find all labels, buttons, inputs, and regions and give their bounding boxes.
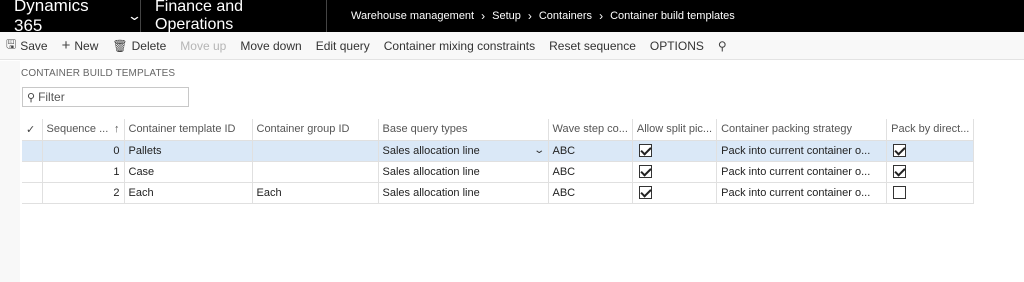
reset-sequence-button[interactable]: Reset sequence <box>542 32 643 60</box>
column-header-base-query-types[interactable]: Base query types <box>377 119 549 141</box>
content-area: CONTAINER BUILD TEMPLATES ⚲ ✓ Sequence .… <box>0 61 1024 282</box>
cell-template-id[interactable]: Case <box>123 160 253 183</box>
column-header-sequence[interactable]: Sequence ... ↑ <box>41 119 125 141</box>
cell-wave-step-code[interactable]: ABC <box>547 181 633 204</box>
table-row[interactable]: 1 Case Sales allocation line ABC Pack in… <box>22 160 975 183</box>
search-icon: ⚲ <box>717 38 727 53</box>
pack-by-direct-checkbox[interactable] <box>893 186 907 199</box>
filter-input[interactable] <box>38 90 179 104</box>
cell-group-id[interactable] <box>251 139 379 162</box>
options-tab[interactable]: OPTIONS <box>643 32 711 60</box>
cell-sequence[interactable]: 0 <box>41 139 125 162</box>
grid-panel: CONTAINER BUILD TEMPLATES ⚲ ✓ Sequence .… <box>20 61 1024 282</box>
breadcrumb-item-setup[interactable]: Setup <box>492 10 521 22</box>
cell-pack-by-direct <box>886 139 975 162</box>
cell-base-query-types[interactable]: Sales allocation line ⌄ <box>377 139 549 162</box>
column-header-pack-by-direct[interactable]: Pack by direct... <box>886 119 975 141</box>
select-all-column[interactable]: ✓ <box>22 119 43 141</box>
allow-split-pick-checkbox[interactable] <box>638 186 652 199</box>
search-button[interactable]: ⚲ <box>711 32 738 60</box>
breadcrumb: Warehouse management › Setup › Container… <box>327 9 735 23</box>
save-label: Save <box>20 38 48 53</box>
column-header-label: Sequence ... <box>46 123 109 136</box>
cell-packing-strategy[interactable]: Pack into current container o... <box>716 139 888 162</box>
cell-wave-step-code[interactable]: ABC <box>547 139 633 162</box>
chevron-right-icon: › <box>527 9 532 23</box>
chevron-down-icon[interactable]: ⌄ <box>533 145 545 156</box>
brand-label: Dynamics 365 <box>14 0 89 35</box>
delete-label: Delete <box>131 38 167 53</box>
pack-by-direct-checkbox[interactable] <box>893 144 907 157</box>
top-navigation-bar: Dynamics 365 ⌄ Finance and Operations Wa… <box>0 0 1024 35</box>
templates-grid: ✓ Sequence ... ↑ Container template ID Co… <box>22 119 975 204</box>
chevron-right-icon: › <box>599 9 604 23</box>
cell-pack-by-direct <box>886 181 975 204</box>
cell-packing-strategy[interactable]: Pack into current container o... <box>716 160 888 183</box>
cell-allow-split-pick <box>631 181 718 204</box>
trash-icon: 🗑 <box>112 38 128 53</box>
chevron-right-icon: › <box>481 9 486 23</box>
plus-icon: + <box>61 37 71 54</box>
row-selector[interactable] <box>22 160 43 183</box>
cell-group-id[interactable]: Each <box>251 181 379 204</box>
save-icon: 🖫 <box>6 37 17 51</box>
checkmark-icon: ✓ <box>26 123 36 136</box>
container-mixing-constraints-button[interactable]: Container mixing constraints <box>377 32 542 60</box>
cell-base-query-types-value: Sales allocation line <box>382 144 480 157</box>
section-title: CONTAINER BUILD TEMPLATES <box>21 68 176 79</box>
move-down-button[interactable]: Move down <box>233 32 308 60</box>
breadcrumb-item-warehouse[interactable]: Warehouse management <box>351 10 474 22</box>
breadcrumb-item-current: Container build templates <box>610 10 735 22</box>
cell-template-id[interactable]: Pallets <box>123 139 253 162</box>
column-header-packing-strategy[interactable]: Container packing strategy <box>716 119 888 141</box>
row-selector[interactable] <box>22 181 43 204</box>
cell-group-id[interactable] <box>251 160 379 183</box>
new-label: New <box>74 38 99 53</box>
breadcrumb-item-containers[interactable]: Containers <box>539 10 592 22</box>
table-row[interactable]: 2 Each Each Sales allocation line ABC Pa… <box>22 181 975 204</box>
filter-box[interactable]: ⚲ <box>22 87 189 107</box>
chevron-down-icon: ⌄ <box>126 8 143 23</box>
allow-split-pick-checkbox[interactable] <box>638 165 652 178</box>
sort-ascending-icon: ↑ <box>114 123 120 136</box>
column-header-wave-step-code[interactable]: Wave step co... <box>547 119 633 141</box>
edit-query-button[interactable]: Edit query <box>309 32 377 60</box>
cell-allow-split-pick <box>631 139 718 162</box>
app-launcher[interactable]: Dynamics 365 ⌄ <box>0 0 143 35</box>
search-icon: ⚲ <box>27 91 36 104</box>
action-pane: 🖫 Save + New 🗑 Delete Move up Move down … <box>0 32 1024 60</box>
pack-by-direct-checkbox[interactable] <box>893 165 907 178</box>
cell-allow-split-pick <box>631 160 718 183</box>
cell-sequence[interactable]: 1 <box>41 160 125 183</box>
cell-wave-step-code[interactable]: ABC <box>547 160 633 183</box>
column-header-group-id[interactable]: Container group ID <box>251 119 379 141</box>
cell-pack-by-direct <box>886 160 975 183</box>
row-selector[interactable] <box>22 139 43 162</box>
grid-header-row: ✓ Sequence ... ↑ Container template ID Co… <box>22 119 975 141</box>
column-header-allow-split-pick[interactable]: Allow split pic... <box>631 119 718 141</box>
cell-sequence[interactable]: 2 <box>41 181 125 204</box>
cell-base-query-types[interactable]: Sales allocation line <box>377 160 549 183</box>
allow-split-pick-checkbox[interactable] <box>638 144 652 157</box>
module-name[interactable]: Finance and Operations <box>140 0 327 33</box>
table-row[interactable]: 0 Pallets Sales allocation line ⌄ ABC Pac… <box>22 139 975 162</box>
cell-base-query-types[interactable]: Sales allocation line <box>377 181 549 204</box>
cell-packing-strategy[interactable]: Pack into current container o... <box>716 181 888 204</box>
column-header-template-id[interactable]: Container template ID <box>123 119 253 141</box>
move-up-button[interactable]: Move up <box>173 32 233 60</box>
cell-template-id[interactable]: Each <box>123 181 253 204</box>
